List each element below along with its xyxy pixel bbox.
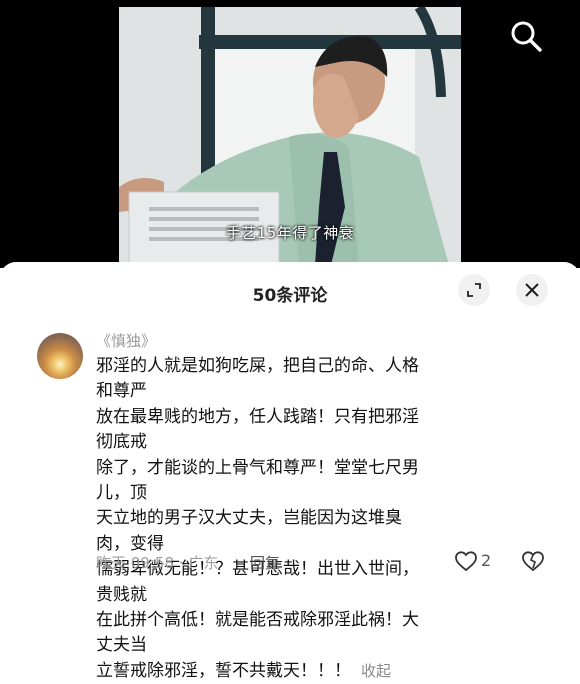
expand-icon xyxy=(467,283,481,297)
expand-button[interactable] xyxy=(458,274,490,306)
comments-count-title: 50条评论 xyxy=(252,286,328,306)
close-icon xyxy=(525,283,539,297)
comment-body: 邪淫的人就是如狗吃屎，把自己的命、人格和尊严 放在最卑贱的地方，任人践踏！只有把… xyxy=(96,354,426,684)
comments-sheet: 50条评论 《慎独》 邪淫的人就是如狗吃屎，把自己的命、人格和尊严 放在最卑贱的… xyxy=(0,262,580,681)
heart-icon[interactable] xyxy=(454,549,478,573)
broken-heart-icon[interactable] xyxy=(521,549,545,573)
comment-username[interactable]: 《慎独》 xyxy=(96,330,156,351)
video-player[interactable]: 手艺15年得了神衰 xyxy=(0,0,580,268)
avatar[interactable] xyxy=(37,333,83,379)
comment-timestamp: 昨天 09:58 · 广东 xyxy=(96,554,219,572)
comment-text: 邪淫的人就是如狗吃屎，把自己的命、人格和尊严 放在最卑贱的地方，任人践踏！只有把… xyxy=(96,356,419,681)
video-subtitle: 手艺15年得了神衰 xyxy=(225,224,355,242)
like-count: 2 xyxy=(481,551,492,570)
reply-button[interactable]: 回复 xyxy=(250,552,280,573)
close-button[interactable] xyxy=(516,274,548,306)
collapse-link[interactable]: 收起 xyxy=(361,662,391,680)
search-icon[interactable] xyxy=(509,19,543,53)
